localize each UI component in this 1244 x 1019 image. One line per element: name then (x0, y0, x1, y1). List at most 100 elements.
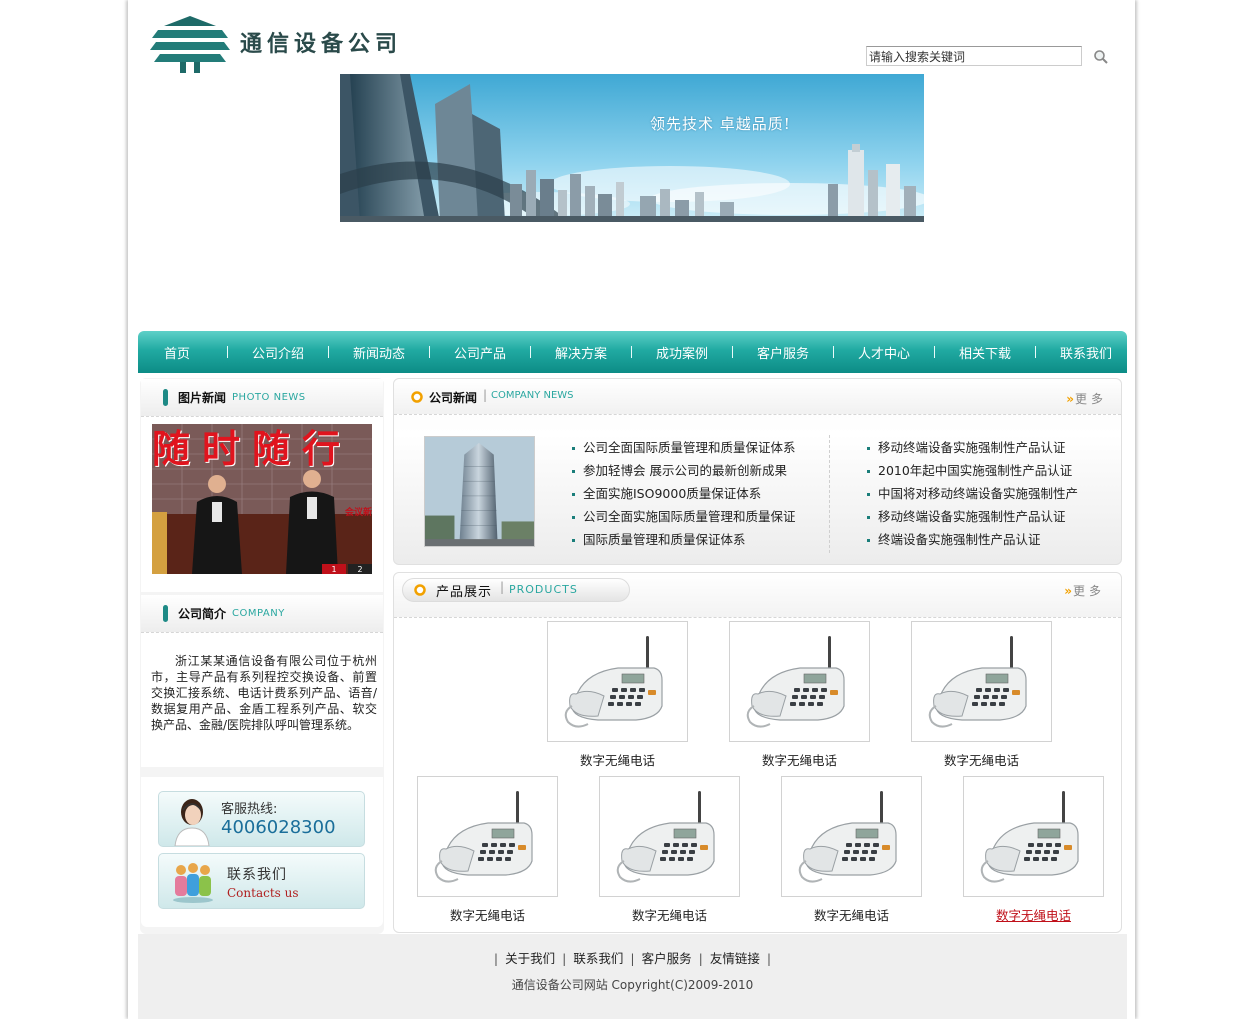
link-separator: | (698, 951, 703, 966)
search-input[interactable] (866, 46, 1082, 66)
nav-item-careers[interactable]: 人才中心 (834, 343, 934, 362)
product-image[interactable] (729, 621, 870, 742)
cordless-phone-icon (746, 635, 845, 728)
nav-item-home[interactable]: 首页 (127, 343, 227, 362)
banner-slogan: 领先技术 卓越品质! (650, 115, 791, 133)
hotline-label: 客服热线: (221, 802, 278, 817)
product-card[interactable]: 数字无绳电话 (599, 776, 740, 924)
header-banner-image (340, 74, 924, 222)
company-news-header: 公司新闻 | COMPANY NEWS »更多 (394, 379, 1121, 415)
news-item[interactable]: 国际质量管理和质量保证体系 (572, 528, 802, 551)
product-image[interactable] (781, 776, 922, 897)
title-divider: | (483, 388, 488, 402)
company-intro-header: 公司简介 COMPANY (141, 595, 383, 633)
cordless-phone-icon (798, 790, 897, 883)
news-building-image[interactable] (424, 436, 535, 547)
cordless-phone-icon (980, 790, 1079, 883)
footer: | 关于我们 | 联系我们 | 客户服务 | 友情链接 | 通信设备公司网站 Copyright… (138, 934, 1127, 1019)
hotline-number: 4006028300 (221, 817, 336, 838)
company-intro-text: 浙江某某通信设备有限公司位于杭州市，主导产品有系列程控交换设备、前置交换汇接系统… (151, 654, 377, 732)
product-card[interactable]: 数字无绳电话 (963, 776, 1104, 924)
products-subtitle: PRODUCTS (509, 583, 578, 596)
company-news-box: 公司新闻 | COMPANY NEWS »更多 公司全面国际质量管理和质量保证体… (393, 378, 1122, 565)
link-separator: | (766, 951, 772, 966)
product-image[interactable] (599, 776, 740, 897)
photo-news-box: 图片新闻 PHOTO NEWS 随时随行 会议新 1 2 (141, 379, 383, 592)
footer-link-contact[interactable]: 联系我们 (573, 951, 623, 966)
news-item[interactable]: 移动终端设备实施强制性产品认证 (867, 436, 1097, 459)
footer-link-friends[interactable]: 友情链接 (710, 951, 760, 966)
cordless-phone-icon (564, 635, 663, 728)
link-separator: | (493, 951, 499, 966)
product-image[interactable] (547, 621, 688, 742)
product-card[interactable]: 数字无绳电话 (547, 621, 688, 769)
products-box: 产品展示 | PRODUCTS »更多 数字无绳电话 数字无绳电话 数字无绳电话… (393, 572, 1122, 933)
main-nav: 首页 公司介绍 新闻动态 公司产品 解决方案 成功案例 客户服务 人才中心 相关… (138, 331, 1127, 373)
news-item[interactable]: 2010年起中国实施强制性产品认证 (867, 459, 1097, 482)
product-name[interactable]: 数字无绳电话 (417, 905, 558, 924)
nav-item-contact[interactable]: 联系我们 (1036, 343, 1136, 362)
contact-label-cn: 联系我们 (227, 867, 287, 883)
product-card[interactable]: 数字无绳电话 (729, 621, 870, 769)
photo-banner-text: 随时随行 (152, 426, 353, 471)
products-header: 产品展示 | PRODUCTS »更多 (394, 573, 1121, 618)
product-image[interactable] (417, 776, 558, 897)
photo-page-1[interactable]: 1 (322, 565, 346, 575)
cordless-phone-icon (928, 635, 1027, 728)
bullet-circle-icon (411, 391, 423, 403)
nav-item-products[interactable]: 公司产品 (430, 343, 530, 362)
news-item[interactable]: 移动终端设备实施强制性产品认证 (867, 505, 1097, 528)
contact-box: 客服热线: 4006028300 联系我们 Contacts us (141, 777, 383, 927)
search-icon[interactable] (1092, 48, 1110, 66)
copyright-text: 通信设备公司网站 Copyright(C)2009-2010 (511, 978, 754, 992)
product-name[interactable]: 数字无绳电话 (547, 750, 688, 769)
hotline-button[interactable]: 客服热线: 4006028300 (158, 791, 365, 847)
photo-news-title: 图片新闻 (178, 391, 227, 405)
contact-us-button[interactable]: 联系我们 Contacts us (158, 853, 365, 909)
news-list-right: 移动终端设备实施强制性产品认证 2010年起中国实施强制性产品认证 中国将对移动… (867, 436, 1097, 551)
news-item[interactable]: 参加轻博会 展示公司的最新创新成果 (572, 459, 802, 482)
company-logo[interactable] (150, 14, 230, 74)
photo-page-2[interactable]: 2 (348, 565, 372, 575)
nav-item-service[interactable]: 客户服务 (733, 343, 833, 362)
nav-item-cases[interactable]: 成功案例 (632, 343, 732, 362)
product-name[interactable]: 数字无绳电话 (599, 905, 740, 924)
company-name: 通信设备公司 (240, 31, 403, 57)
nav-item-news[interactable]: 新闻动态 (329, 343, 429, 362)
company-news-subtitle: COMPANY NEWS (491, 390, 574, 401)
product-image[interactable] (963, 776, 1104, 897)
news-item[interactable]: 中国将对移动终端设备实施强制性产 (867, 482, 1097, 505)
news-item[interactable]: 全面实施ISO9000质量保证体系 (572, 482, 802, 505)
product-card[interactable]: 数字无绳电话 (417, 776, 558, 924)
products-more-link[interactable]: »更多 (1064, 582, 1105, 599)
cordless-phone-icon (616, 790, 715, 883)
product-name[interactable]: 数字无绳电话 (963, 905, 1104, 924)
product-card[interactable]: 数字无绳电话 (911, 621, 1052, 769)
news-item[interactable]: 公司全面国际质量管理和质量保证体系 (572, 436, 802, 459)
people-group-icon (173, 863, 213, 903)
footer-link-service[interactable]: 客户服务 (642, 951, 692, 966)
news-item[interactable]: 公司全面实施国际质量管理和质量保证 (572, 505, 802, 528)
nav-item-downloads[interactable]: 相关下载 (935, 343, 1035, 362)
company-intro-subtitle: COMPANY (232, 608, 285, 619)
product-name[interactable]: 数字无绳电话 (911, 750, 1052, 769)
link-separator: | (562, 951, 567, 966)
news-list-left: 公司全面国际质量管理和质量保证体系 参加轻博会 展示公司的最新创新成果 全面实施… (572, 436, 802, 551)
company-intro-title: 公司简介 (178, 607, 227, 621)
product-image[interactable] (911, 621, 1052, 742)
company-intro-box: 公司简介 COMPANY 浙江某某通信设备有限公司位于杭州市，主导产品有系列程控… (141, 595, 383, 767)
news-column-divider (829, 435, 830, 553)
footer-link-about[interactable]: 关于我们 (505, 951, 555, 966)
footer-links: | 关于我们 | 联系我们 | 客户服务 | 友情链接 | (138, 948, 1127, 967)
product-name[interactable]: 数字无绳电话 (781, 905, 922, 924)
nav-item-solutions[interactable]: 解决方案 (531, 343, 631, 362)
nav-item-about[interactable]: 公司介绍 (228, 343, 328, 362)
news-item[interactable]: 终端设备实施强制性产品认证 (867, 528, 1097, 551)
product-name[interactable]: 数字无绳电话 (729, 750, 870, 769)
header-accent-bar (163, 605, 168, 622)
double-chevron-icon: » (1064, 584, 1072, 598)
link-separator: | (630, 951, 635, 966)
cordless-phone-icon (434, 790, 533, 883)
company-news-more-link[interactable]: »更多 (1066, 390, 1107, 407)
product-card[interactable]: 数字无绳电话 (781, 776, 922, 924)
